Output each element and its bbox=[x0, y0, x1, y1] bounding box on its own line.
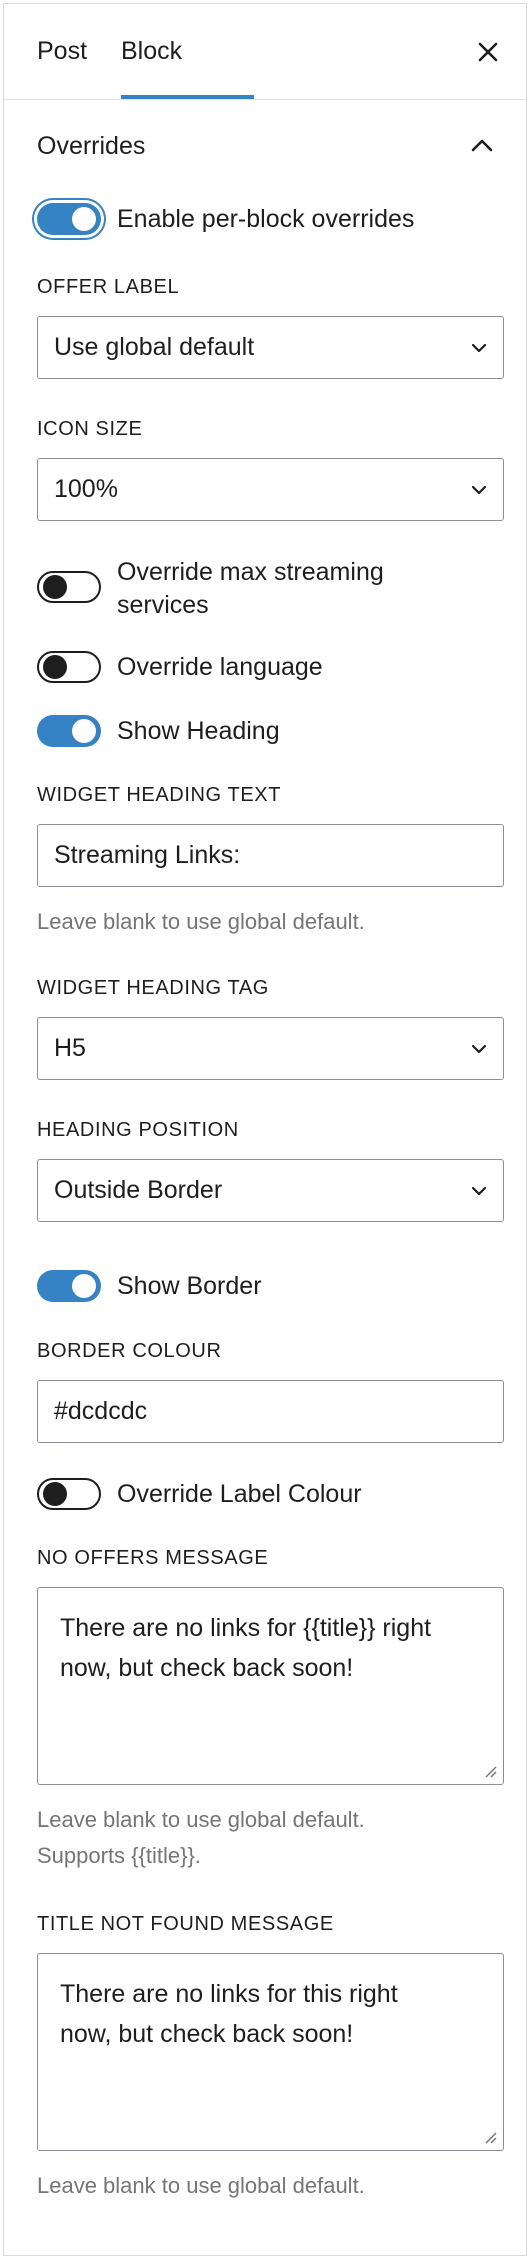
offer-label-label: OFFER LABEL bbox=[37, 276, 180, 298]
heading-position-select[interactable]: Outside Border bbox=[37, 1159, 504, 1222]
toggle-knob bbox=[72, 207, 96, 231]
toggle-knob bbox=[72, 719, 96, 743]
override-max-streaming-label-line2: services bbox=[117, 591, 209, 619]
title-not-found-message-line2: now, but check back soon! bbox=[60, 2020, 354, 2048]
widget-heading-tag-label: WIDGET HEADING TAG bbox=[37, 977, 269, 999]
no-offers-message-help: Leave blank to use global default. Suppo… bbox=[37, 1802, 365, 1874]
no-offers-message-line2: now, but check back soon! bbox=[60, 1654, 354, 1682]
close-icon[interactable] bbox=[474, 38, 502, 66]
enable-overrides-toggle[interactable] bbox=[37, 203, 101, 235]
sidebar-tabs: Post Block bbox=[4, 4, 526, 100]
no-offers-message-label: NO OFFERS MESSAGE bbox=[37, 1547, 269, 1569]
toggle-knob bbox=[72, 1274, 96, 1298]
toggle-knob bbox=[43, 655, 67, 679]
override-label-colour-label: Override Label Colour bbox=[117, 1480, 362, 1508]
icon-size-value: 100% bbox=[54, 475, 118, 503]
toggle-knob bbox=[43, 575, 67, 599]
chevron-down-icon bbox=[471, 1044, 487, 1054]
resize-handle-icon[interactable] bbox=[483, 2130, 497, 2144]
override-max-streaming-toggle[interactable] bbox=[37, 571, 101, 603]
resize-handle-icon[interactable] bbox=[483, 1764, 497, 1778]
widget-heading-text-help: Leave blank to use global default. bbox=[37, 909, 365, 934]
active-tab-indicator bbox=[121, 95, 254, 99]
offer-label-select[interactable]: Use global default bbox=[37, 316, 504, 379]
border-colour-label: BORDER COLOUR bbox=[37, 1340, 222, 1362]
icon-size-select[interactable]: 100% bbox=[37, 458, 504, 521]
chevron-down-icon bbox=[471, 343, 487, 353]
heading-position-value: Outside Border bbox=[54, 1176, 223, 1204]
heading-position-label: HEADING POSITION bbox=[37, 1119, 239, 1141]
offer-label-value: Use global default bbox=[54, 333, 255, 361]
chevron-up-icon[interactable] bbox=[469, 136, 495, 154]
no-offers-message-help-line1: Leave blank to use global default. bbox=[37, 1807, 365, 1832]
widget-heading-tag-value: H5 bbox=[54, 1034, 86, 1062]
override-label-colour-toggle[interactable] bbox=[37, 1478, 101, 1510]
override-language-label: Override language bbox=[117, 653, 323, 681]
border-colour-value: #dcdcdc bbox=[54, 1397, 148, 1425]
enable-overrides-label: Enable per-block overrides bbox=[117, 205, 415, 233]
no-offers-message-line1: There are no links for {{title}} right bbox=[60, 1614, 432, 1642]
tab-post[interactable]: Post bbox=[37, 4, 87, 100]
chevron-down-icon bbox=[471, 485, 487, 495]
title-not-found-message-help: Leave blank to use global default. bbox=[37, 2173, 365, 2198]
no-offers-message-help-line2: Supports {{title}}. bbox=[37, 1843, 201, 1868]
override-max-streaming-label-line1: Override max streaming bbox=[117, 558, 384, 586]
show-border-label: Show Border bbox=[117, 1272, 262, 1300]
border-colour-input[interactable]: #dcdcdc bbox=[37, 1380, 504, 1443]
show-heading-label: Show Heading bbox=[117, 717, 280, 745]
widget-heading-text-input[interactable]: Streaming Links: bbox=[37, 824, 504, 887]
widget-heading-text-value: Streaming Links: bbox=[54, 841, 241, 869]
title-not-found-message-label: TITLE NOT FOUND MESSAGE bbox=[37, 1913, 334, 1935]
tab-block[interactable]: Block bbox=[121, 4, 182, 100]
section-title[interactable]: Overrides bbox=[37, 132, 145, 161]
no-offers-message-textarea[interactable]: There are no links for {{title}} right n… bbox=[37, 1587, 504, 1785]
icon-size-label: ICON SIZE bbox=[37, 418, 143, 440]
toggle-knob bbox=[43, 1482, 67, 1506]
widget-heading-text-label: WIDGET HEADING TEXT bbox=[37, 784, 282, 806]
override-max-streaming-label: Override max streaming services bbox=[117, 556, 384, 622]
override-language-toggle[interactable] bbox=[37, 651, 101, 683]
show-heading-toggle[interactable] bbox=[37, 715, 101, 747]
title-not-found-message-line1: There are no links for this right bbox=[60, 1980, 398, 2008]
title-not-found-message-textarea[interactable]: There are no links for this right now, b… bbox=[37, 1953, 504, 2151]
widget-heading-tag-select[interactable]: H5 bbox=[37, 1017, 504, 1080]
block-settings-panel: Post Block Overrides Enable per-block ov… bbox=[3, 3, 527, 2256]
show-border-toggle[interactable] bbox=[37, 1270, 101, 1302]
chevron-down-icon bbox=[471, 1186, 487, 1196]
